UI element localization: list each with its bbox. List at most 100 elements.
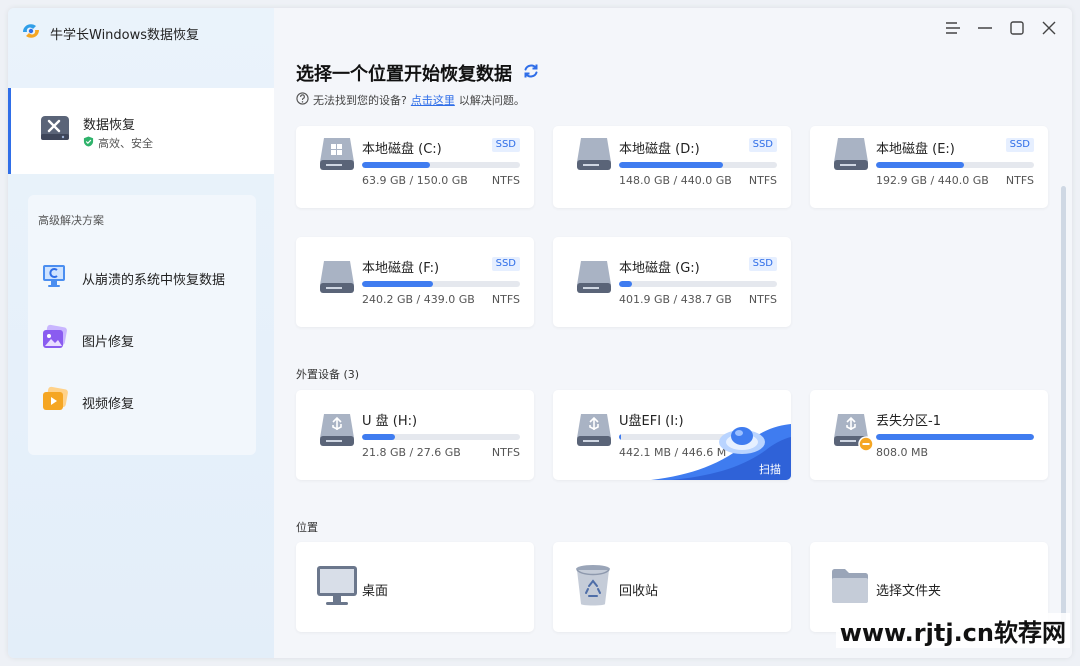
drive-name: 本地磁盘 (F:) (362, 261, 440, 276)
drive-fs: NTFS (491, 174, 520, 187)
desktop-icon (316, 564, 358, 612)
drive-name: U 盘 (H:) (362, 414, 418, 429)
menu-icon[interactable] (944, 18, 962, 38)
adv-item-video-repair[interactable]: 视频修复 (40, 385, 134, 419)
drive-card-i[interactable]: U盘EFI (I:) 442.1 MB / 446.6 M 扫描 (553, 390, 791, 480)
photo-repair-icon (40, 323, 70, 357)
nav-title: 数据恢复 (83, 118, 136, 133)
location-desktop[interactable]: 桌面 (296, 542, 534, 632)
usb-drive-icon (318, 410, 356, 454)
usage-bar-fill (619, 434, 622, 440)
drive-card-lost-partition[interactable]: 丢失分区-1 808.0 MB (810, 390, 1048, 480)
drive-fs: NTFS (491, 293, 520, 306)
refresh-icon[interactable] (522, 62, 540, 85)
locations-label: 位置 (296, 521, 318, 534)
usage-bar (876, 434, 1034, 440)
drive-size: 192.9 GB / 440.0 GB (876, 174, 989, 187)
usage-bar-fill (876, 434, 1034, 440)
drive-name: 本地磁盘 (G:) (619, 261, 700, 276)
location-label: 桌面 (362, 584, 389, 599)
scan-button[interactable]: 扫描 (759, 461, 781, 477)
ssd-badge: SSD (491, 138, 520, 152)
recycle-bin-icon (573, 562, 613, 612)
drive-card-f[interactable]: 本地磁盘 (F:) SSD 240.2 GB / 439.0 GB NTFS (296, 237, 534, 327)
usage-bar-fill (362, 162, 430, 168)
hard-drive-icon (575, 134, 613, 178)
adv-item-label: 从崩溃的系统中恢复数据 (82, 272, 226, 288)
scrollbar[interactable] (1061, 186, 1066, 626)
app-header: 牛学长Windows数据恢复 (20, 20, 199, 46)
hard-drive-icon (318, 257, 356, 301)
tools-drive-icon (39, 112, 71, 148)
usage-bar (362, 281, 520, 287)
hard-drive-icon (575, 257, 613, 301)
app-title: 牛学长Windows数据恢复 (50, 27, 200, 43)
close-icon[interactable] (1040, 18, 1058, 38)
location-recycle-bin[interactable]: 回收站 (553, 542, 791, 632)
usage-bar-fill (362, 434, 396, 440)
drive-size: 808.0 MB (876, 446, 929, 459)
drive-card-g[interactable]: 本地磁盘 (G:) SSD 401.9 GB / 438.7 GB NTFS (553, 237, 791, 327)
drive-size: 401.9 GB / 438.7 GB (619, 293, 732, 306)
usage-bar (362, 434, 520, 440)
nav-data-recovery[interactable]: 数据恢复 高效、安全 (8, 88, 274, 174)
adv-item-label: 视频修复 (82, 396, 135, 412)
drive-card-c[interactable]: 本地磁盘 (C:) SSD 63.9 GB / 150.0 GB NTFS (296, 126, 534, 208)
drive-card-h[interactable]: U 盘 (H:) 21.8 GB / 27.6 GB NTFS (296, 390, 534, 480)
main-panel: 选择一个位置开始恢复数据 无法找到您的设备? 点击这里 以解决问题。 本地磁盘 … (274, 8, 1072, 658)
drive-card-e[interactable]: 本地磁盘 (E:) SSD 192.9 GB / 440.0 GB NTFS (810, 126, 1048, 208)
window-controls (944, 18, 1058, 38)
location-label: 回收站 (619, 584, 659, 599)
usage-bar (619, 162, 777, 168)
advanced-solutions-panel: 高级解决方案 从崩溃的系统中恢复数据 图片修复 视频修复 (28, 195, 256, 455)
location-label: 选择文件夹 (876, 584, 942, 599)
lost-partition-icon (832, 410, 874, 456)
usage-bar-fill (619, 162, 724, 168)
ssd-badge: SSD (748, 138, 777, 152)
ssd-badge: SSD (748, 257, 777, 271)
video-repair-icon (40, 385, 70, 419)
help-hint: 无法找到您的设备? 点击这里 以解决问题。 (296, 92, 525, 108)
ssd-badge: SSD (491, 257, 520, 271)
hard-drive-icon (832, 134, 870, 178)
app-logo-icon (20, 20, 42, 46)
help-link[interactable]: 点击这里 (411, 92, 455, 108)
drive-size: 63.9 GB / 150.0 GB (362, 174, 468, 187)
drive-name: 本地磁盘 (C:) (362, 142, 442, 157)
sidebar: 牛学长Windows数据恢复 数据恢复 高效、安全 高级解决方案 从崩溃的系统中… (8, 8, 274, 658)
drive-fs: NTFS (491, 446, 520, 459)
adv-item-label: 图片修复 (82, 334, 135, 350)
usage-bar-fill (362, 281, 434, 287)
drive-fs: NTFS (748, 174, 777, 187)
external-devices-label: 外置设备 (3) (296, 368, 360, 381)
system-crash-icon (40, 261, 70, 295)
drive-name: 本地磁盘 (E:) (876, 142, 955, 157)
drive-size: 21.8 GB / 27.6 GB (362, 446, 461, 459)
shield-check-icon (83, 136, 94, 150)
drive-fs: NTFS (1005, 174, 1034, 187)
ssd-badge: SSD (1005, 138, 1034, 152)
page-title: 选择一个位置开始恢复数据 (296, 60, 540, 86)
app-window: 牛学长Windows数据恢复 数据恢复 高效、安全 高级解决方案 从崩溃的系统中… (8, 8, 1072, 658)
adv-item-system-crash[interactable]: 从崩溃的系统中恢复数据 (40, 261, 225, 295)
usage-bar-fill (876, 162, 965, 168)
drive-card-d[interactable]: 本地磁盘 (D:) SSD 148.0 GB / 440.0 GB NTFS (553, 126, 791, 208)
drive-fs: NTFS (748, 293, 777, 306)
question-icon (296, 92, 309, 108)
scan-disc-icon (717, 422, 767, 462)
drive-size: 240.2 GB / 439.0 GB (362, 293, 475, 306)
usage-bar-fill (619, 281, 632, 287)
drives-content: 本地磁盘 (C:) SSD 63.9 GB / 150.0 GB NTFS 本地… (274, 126, 1072, 658)
usage-bar (362, 162, 520, 168)
advanced-title: 高级解决方案 (38, 214, 104, 227)
drive-name: 丢失分区-1 (876, 414, 941, 429)
drive-name: 本地磁盘 (D:) (619, 142, 700, 157)
watermark-text: www.rjtj.cn软荐网 (835, 613, 1070, 648)
usage-bar (619, 281, 777, 287)
usage-bar (876, 162, 1034, 168)
minimize-icon[interactable] (976, 18, 994, 38)
maximize-icon[interactable] (1008, 18, 1026, 38)
drive-size: 148.0 GB / 440.0 GB (619, 174, 732, 187)
windows-drive-icon (318, 134, 356, 178)
adv-item-photo-repair[interactable]: 图片修复 (40, 323, 134, 357)
